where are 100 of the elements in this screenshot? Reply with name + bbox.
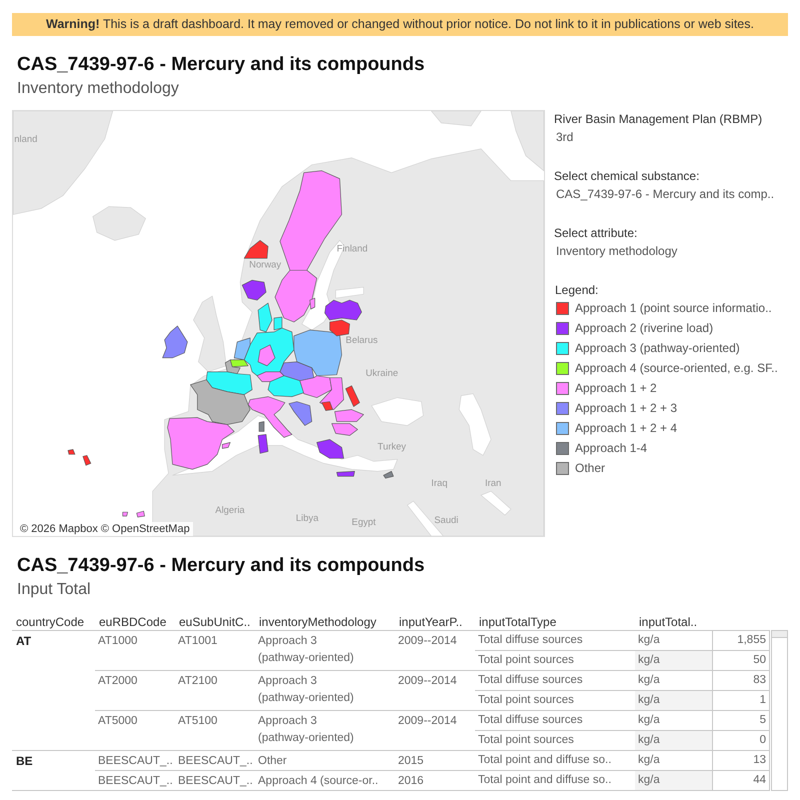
map-region[interactable] (316, 439, 344, 459)
legend-title: Legend: (554, 282, 600, 298)
map-place-label: Egypt (352, 517, 376, 528)
table-cell-text: BEESCAUT_.. (178, 754, 254, 769)
map-region[interactable] (162, 326, 188, 358)
legend-label[interactable]: Approach 1 (point source informatio.. (575, 300, 772, 316)
filter-value[interactable]: CAS_7439-97-6 - Mercury and its comp.. (554, 186, 788, 202)
map-region[interactable] (230, 360, 248, 368)
map-region[interactable] (68, 449, 76, 455)
table-cell-text: 2009--2014 (398, 714, 458, 729)
table-cell-text: kg/a (638, 713, 660, 728)
warning-banner: Warning! This is a draft dashboard. It may removed or changed without prior notice. Do not link to it in publications or web sites. (12, 13, 788, 36)
column-header[interactable]: euSubUnitC.. (179, 614, 250, 628)
filter-label: Select attribute: (554, 225, 638, 241)
map-place-label: Saudi (434, 515, 458, 526)
map-place-label: nland (14, 134, 38, 145)
table-cell-text: Total point and diffuse so.. (478, 773, 612, 788)
map-region[interactable] (268, 375, 304, 397)
table-cell-text: 13 (753, 753, 766, 768)
legend-label[interactable]: Approach 2 (riverine load) (575, 320, 714, 336)
legend-label[interactable]: Approach 3 (pathway-oriented) (575, 340, 740, 356)
map-region[interactable] (258, 421, 264, 432)
legend-label[interactable]: Approach 1 + 2 (575, 380, 657, 396)
column-header[interactable]: inputTotal.. (639, 614, 698, 628)
map-region[interactable] (190, 379, 250, 425)
table-cell-text: AT5000 (98, 714, 138, 729)
map-region[interactable] (258, 344, 276, 366)
map-region[interactable] (234, 338, 250, 360)
table-cell-text: Total point sources (478, 733, 574, 748)
table-cell-text: Approach 3 (pathway-oriented) (258, 714, 355, 746)
map-region[interactable] (244, 240, 268, 259)
map-region[interactable] (280, 362, 314, 382)
map-place-label: Belarus (346, 334, 378, 346)
map-region[interactable] (324, 300, 362, 320)
map-region[interactable] (248, 396, 292, 438)
map-place-label: Iraq (431, 478, 448, 490)
map-region[interactable] (242, 280, 266, 300)
table-cell-text: 1 (760, 693, 766, 708)
map-region[interactable] (206, 371, 252, 395)
map-place-label: Finland (336, 243, 368, 254)
map-region[interactable] (331, 423, 358, 436)
map-region[interactable] (322, 401, 334, 411)
table-cell-text: Total diffuse sources (478, 673, 583, 688)
table-cell-text: kg/a (638, 753, 660, 768)
table-cell-text: Approach 3 (pathway-oriented) (258, 634, 355, 666)
legend-label[interactable]: Other (575, 460, 606, 476)
column-header[interactable]: inventoryMethodology (259, 614, 376, 628)
table-cell-text: Other (258, 754, 288, 769)
map-region[interactable] (320, 377, 344, 410)
legend-label[interactable]: Approach 4 (source-oriented, e.g. SF.. (575, 360, 778, 376)
legend-label[interactable]: Approach 1-4 (575, 440, 648, 456)
map-region[interactable] (82, 455, 92, 466)
map-region[interactable] (122, 512, 128, 516)
table-cell-text: 2015 (398, 754, 425, 769)
table-cell-text: 1,855 (737, 633, 766, 648)
filter-label: Select chemical substance: (554, 168, 700, 184)
map-region[interactable] (300, 375, 332, 398)
column-header[interactable]: countryCode (16, 614, 84, 628)
table-cell-text: Total point sources (478, 693, 574, 708)
table-cell-text: 50 (753, 653, 766, 668)
map-region[interactable] (258, 434, 268, 454)
table-cell-text: 2009--2014 (398, 674, 458, 689)
table-cell-text: 5 (760, 713, 766, 728)
section-subtitle: Input Total (17, 580, 92, 600)
table-cell-text: BEESCAUT_.. (178, 774, 254, 789)
table-cell-text: AT1001 (178, 634, 218, 649)
legend-label[interactable]: Approach 1 + 2 + 4 (575, 420, 678, 436)
map-region[interactable] (224, 360, 240, 374)
filter-value[interactable]: Inventory methodology (554, 243, 788, 259)
table-cell-text: AT5100 (178, 714, 218, 729)
scrollbar[interactable] (771, 630, 788, 791)
table-cell-text: kg/a (638, 673, 660, 688)
map-region[interactable] (334, 409, 364, 422)
table-cell-text: Total diffuse sources (478, 633, 583, 648)
table-cell-text: AT2000 (98, 674, 138, 689)
map-region[interactable] (274, 270, 318, 322)
map-region[interactable] (256, 371, 284, 382)
table-cell-text: Total diffuse sources (478, 713, 583, 728)
map-region[interactable] (310, 298, 316, 310)
map-place-label: Turkey (378, 441, 406, 452)
map-place-label: Iran (485, 478, 502, 490)
map-region[interactable] (167, 417, 234, 470)
column-header[interactable]: inputYearP.. (399, 614, 462, 628)
table-cell-text: kg/a (638, 773, 660, 788)
map-region[interactable] (222, 442, 231, 449)
table-cell-text: Total point and diffuse so.. (478, 753, 612, 768)
map-region[interactable] (383, 471, 394, 479)
section-subtitle: Inventory methodology (17, 79, 180, 99)
map-region[interactable] (336, 471, 355, 477)
column-header[interactable]: inputTotalType (479, 614, 556, 628)
map-region[interactable] (294, 330, 342, 376)
scrollbar-thumb[interactable] (772, 631, 787, 638)
section-title: CAS_7439-97-6 - Mercury and its compounds (17, 53, 426, 77)
column-header[interactable]: euRBDCode (99, 614, 166, 628)
legend-label[interactable]: Approach 1 + 2 + 3 (575, 400, 678, 416)
map-region[interactable] (288, 401, 312, 426)
table-cell-text: 44 (753, 773, 766, 788)
filter-value[interactable]: 3rd (554, 129, 788, 145)
table-cell-text: 83 (753, 673, 766, 688)
map-panel[interactable]: nland Finland Norway Belarus Ukraine Turkey Iraq Iran Algeria Libya Egypt Saudi © 2026 Mapbox © OpenStreetMap (12, 110, 545, 537)
